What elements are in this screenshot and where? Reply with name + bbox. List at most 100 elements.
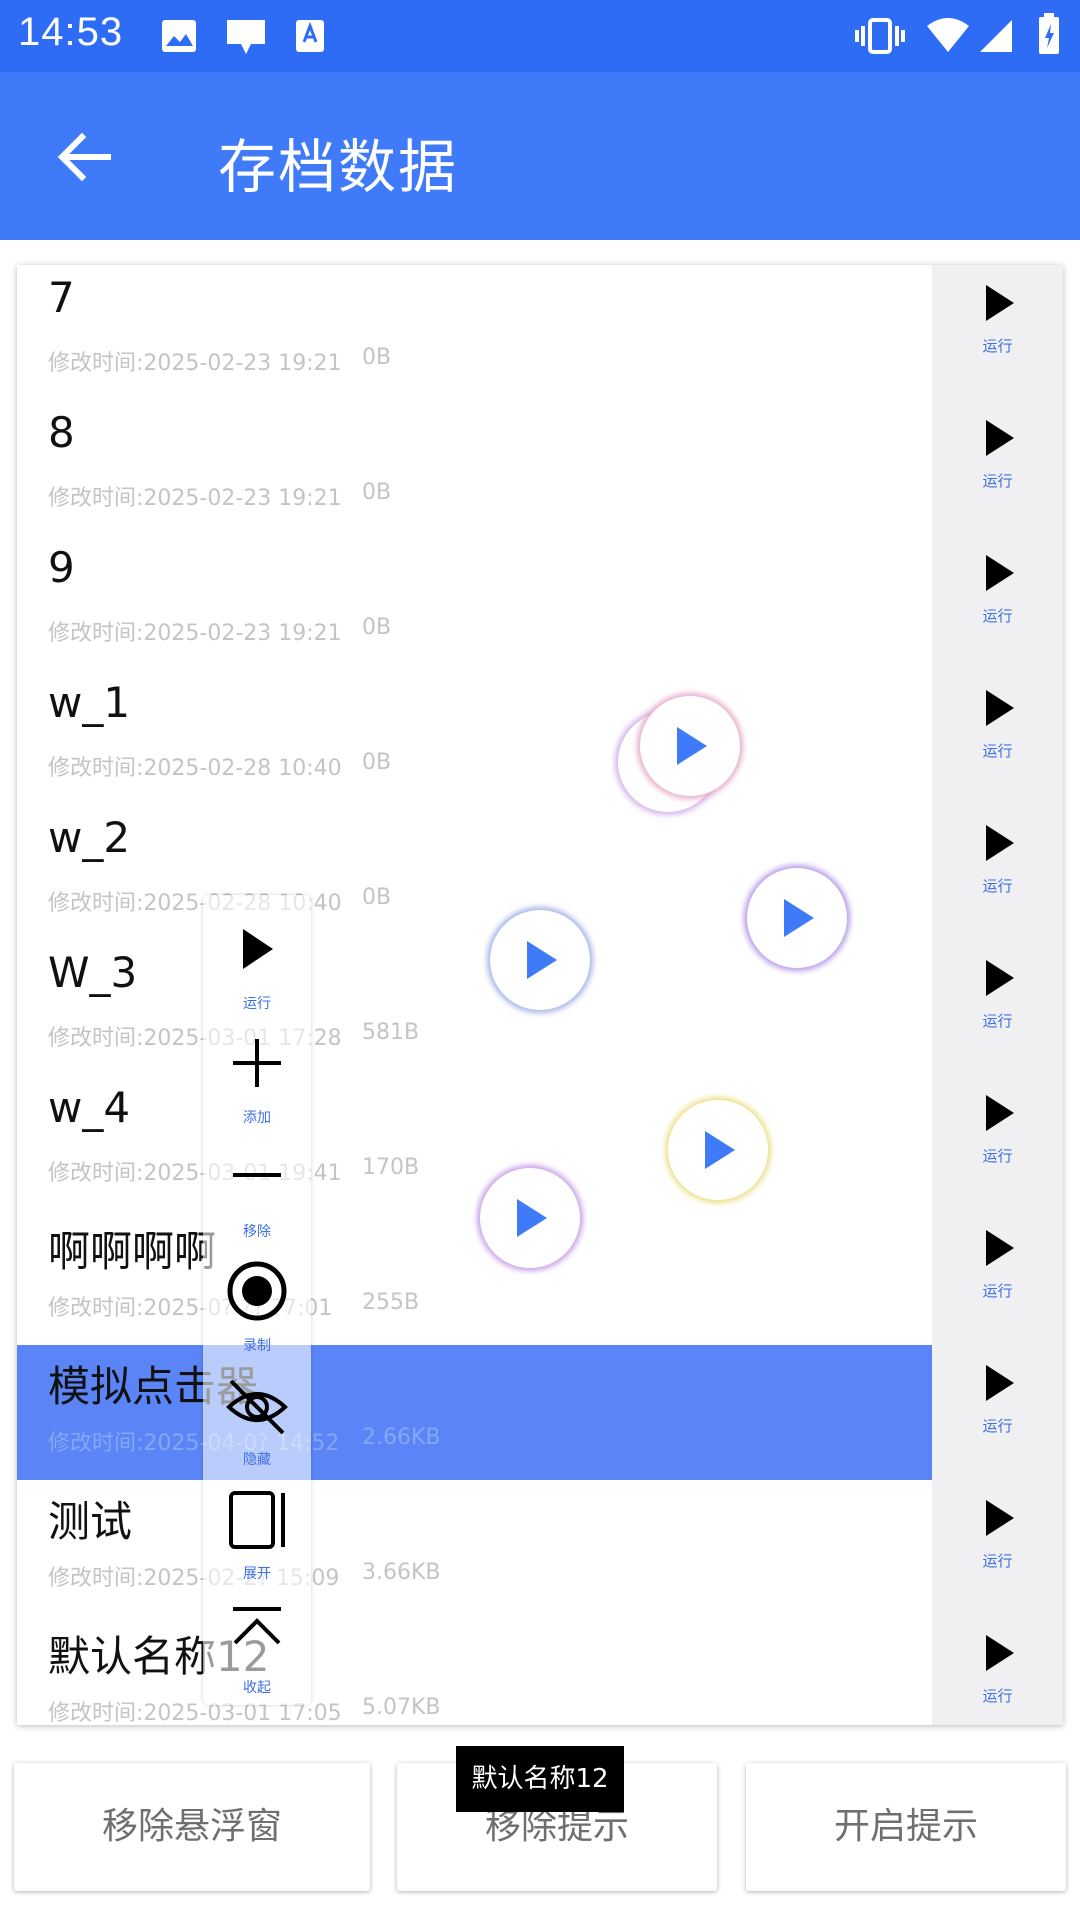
float-collapse-button[interactable]: 收起 [203,1593,311,1707]
image-notification-icon [162,20,196,52]
item-size: 0B [362,615,392,640]
play-icon [243,929,273,969]
item-size: 3.66KB [362,1560,441,1585]
item-name: w_4 [48,1083,131,1132]
play-icon [986,1635,1014,1671]
run-button[interactable]: 运行 [932,400,1063,535]
play-icon [986,555,1014,591]
floating-play-bubble[interactable] [640,696,740,796]
item-size: 0B [362,345,392,370]
list-item[interactable]: 测试 修改时间:2025-02-2? 15:09 3.66KB [17,1480,932,1615]
list-item[interactable]: 默认名称12 修改时间:2025-03-01 17:05 5.07KB [17,1615,932,1725]
item-name: w_2 [48,813,131,862]
play-icon [677,727,707,765]
run-label: 运行 [982,472,1013,490]
item-size: 5.07KB [362,1695,441,1720]
play-icon [986,420,1014,456]
item-name: 啊啊啊啊 [48,1227,217,1276]
item-size: 255B [362,1290,420,1315]
play-icon [986,960,1014,996]
run-label: 运行 [982,607,1013,625]
float-hide-button[interactable]: 隐藏 [203,1365,311,1479]
translate-notification-icon [296,20,324,52]
play-icon [986,285,1014,321]
status-time: 14:53 [18,10,124,54]
run-button[interactable]: 运行 [932,1345,1063,1480]
item-name: 测试 [48,1497,133,1546]
item-name: 7 [48,273,75,322]
cellular-signal-icon [980,20,1012,52]
page-title: 存档数据 [218,133,459,201]
float-remove-button[interactable]: 移除 [203,1137,311,1251]
float-record-button[interactable]: 录制 [203,1251,311,1365]
run-button[interactable]: 运行 [932,805,1063,940]
list-item[interactable]: 啊啊啊啊 修改时间:2025-0?-?? ?7:01 255B [17,1210,932,1345]
item-name: w_1 [48,678,131,727]
run-label: 运行 [982,877,1013,895]
list-item[interactable]: w_4 修改时间:2025-03-01 19:41 170B [17,1075,932,1210]
play-icon [527,941,557,979]
collapse-up-icon [233,1607,281,1645]
item-size: 0B [362,750,392,775]
floating-play-bubble[interactable] [668,1100,768,1200]
run-label: 运行 [982,1552,1013,1570]
back-arrow-icon[interactable] [50,122,120,192]
message-notification-icon [227,20,265,54]
floating-play-bubble[interactable] [747,868,847,968]
item-name: W_3 [48,948,138,997]
float-run-label: 运行 [243,996,271,1012]
float-expand-button[interactable]: 展开 [203,1479,311,1593]
play-icon [986,1500,1014,1536]
vibrate-icon [855,18,905,54]
list-item[interactable]: 9 修改时间:2025-02-23 19:21 0B [17,535,932,670]
run-label: 运行 [982,1687,1013,1705]
minus-icon [233,1173,281,1177]
toast-message: 默认名称12 [456,1746,624,1812]
float-collapse-label: 收起 [243,1680,271,1696]
run-button[interactable]: 运行 [932,1615,1063,1725]
plus-icon [233,1039,281,1087]
run-label: 运行 [982,337,1013,355]
eye-off-icon [226,1379,288,1435]
list-item[interactable]: 模拟点击器 修改时间:2025-04-0? 14:52 2.66KB [17,1345,932,1480]
item-modified-time: 修改时间:2025-02-23 19:21 [48,351,342,376]
run-label: 运行 [982,1012,1013,1030]
float-expand-label: 展开 [243,1566,271,1582]
play-icon [705,1131,735,1169]
list-item[interactable]: 8 修改时间:2025-02-23 19:21 0B [17,400,932,535]
float-add-label: 添加 [243,1110,271,1126]
run-button[interactable]: 运行 [932,1480,1063,1615]
wifi-icon [927,18,969,52]
list-item[interactable]: 7 修改时间:2025-02-23 19:21 0B [17,265,932,400]
item-modified-time: 修改时间:2025-02-23 19:21 [48,486,342,511]
run-button[interactable]: 运行 [932,265,1063,400]
run-label: 运行 [982,1282,1013,1300]
record-icon [227,1261,287,1321]
floating-play-bubble[interactable] [480,1168,580,1268]
item-size: 0B [362,480,392,505]
item-size: 581B [362,1020,420,1045]
play-icon [986,690,1014,726]
list-item[interactable]: w_1 修改时间:2025-02-28 10:40 0B [17,670,932,805]
run-button[interactable]: 运行 [932,535,1063,670]
run-button[interactable]: 运行 [932,940,1063,1075]
play-icon [986,825,1014,861]
floating-play-bubble[interactable] [490,910,590,1010]
enable-tip-button[interactable]: 开启提示 [746,1763,1066,1891]
remove-float-window-button[interactable]: 移除悬浮窗 [14,1763,370,1891]
run-label: 运行 [982,742,1013,760]
item-size: 0B [362,885,392,910]
item-name: 9 [48,543,75,592]
floating-toolbar: 运行 添加 移除 录制 隐藏 展开 收起 [203,895,311,1705]
item-size: 170B [362,1155,420,1180]
float-run-button[interactable]: 运行 [203,909,311,1023]
play-icon [986,1365,1014,1401]
float-add-button[interactable]: 添加 [203,1023,311,1137]
item-name: 8 [48,408,75,457]
run-button[interactable]: 运行 [932,1075,1063,1210]
play-icon [986,1230,1014,1266]
run-label: 运行 [982,1147,1013,1165]
run-button[interactable]: 运行 [932,1210,1063,1345]
run-button[interactable]: 运行 [932,670,1063,805]
status-bar: 14:53 [0,0,1080,72]
